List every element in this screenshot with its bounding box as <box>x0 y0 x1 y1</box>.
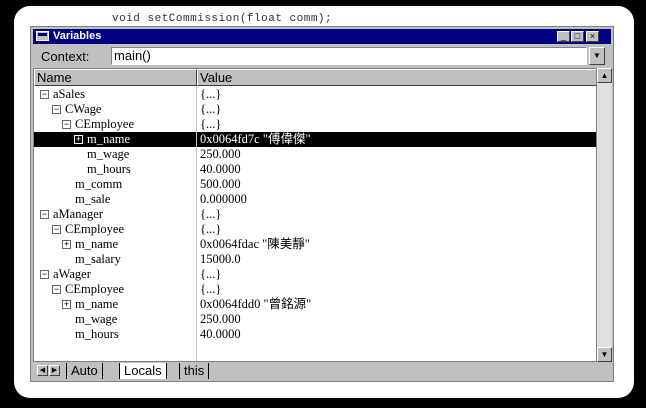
variable-name: CEmployee <box>75 117 135 131</box>
variables-grid: Name Value − aSales {...} − CWage {...} − CEmpl… <box>33 68 597 362</box>
tree-row[interactable]: + m_name 0x0064fdd0 "曾銘源" <box>34 297 596 312</box>
title-bar[interactable]: Variables _ □ × <box>33 29 611 44</box>
tab-auto[interactable]: Auto <box>66 363 103 379</box>
tab-scroll-right-button[interactable]: ▶ <box>49 365 60 376</box>
variable-name: m_sale <box>75 192 111 206</box>
tree-row[interactable]: − aManager {...} <box>34 207 596 222</box>
tab-this[interactable]: this <box>179 363 210 379</box>
variable-name: m_wage <box>75 312 118 326</box>
collapse-icon[interactable]: − <box>62 120 71 129</box>
arrow-down-icon: ▼ <box>600 350 609 359</box>
arrow-up-icon: ▲ <box>600 71 609 80</box>
context-combobox[interactable]: main() <box>111 47 587 65</box>
variable-value: 500.000 <box>200 177 241 191</box>
tree-row[interactable]: m_sale 0.000000 <box>34 192 596 207</box>
column-header-name[interactable]: Name <box>34 69 197 86</box>
variable-name: m_name <box>75 297 119 311</box>
tree-row[interactable]: − aSales {...} <box>34 87 596 102</box>
variable-name: m_salary <box>75 252 121 266</box>
variable-value: 250.000 <box>200 147 241 161</box>
variable-value: 0x0064fdd0 "曾銘源" <box>200 297 312 311</box>
variable-value: 0.000000 <box>200 192 247 206</box>
variable-value: {...} <box>200 207 222 221</box>
variable-name: aManager <box>53 207 103 221</box>
variable-value: 0x0064fd7c "傅偉傑" <box>200 132 311 146</box>
tree-row[interactable]: m_hours 40.0000 <box>34 162 596 177</box>
collapse-icon[interactable]: − <box>40 90 49 99</box>
collapse-icon[interactable]: − <box>52 285 61 294</box>
chevron-down-icon: ▼ <box>593 51 601 60</box>
column-divider <box>196 86 197 361</box>
expand-icon[interactable]: + <box>74 135 83 144</box>
expand-icon[interactable]: + <box>62 240 71 249</box>
context-bar: Context: main() ▼ <box>33 45 611 69</box>
minimize-button[interactable]: _ <box>557 31 570 42</box>
variables-window: Variables _ □ × Context: main() ▼ Name V… <box>30 26 614 382</box>
collapse-icon[interactable]: − <box>52 225 61 234</box>
tree-row[interactable]: − CWage {...} <box>34 102 596 117</box>
variable-name: m_hours <box>75 327 119 341</box>
column-header-value[interactable]: Value <box>197 69 596 86</box>
variable-name: m_name <box>87 132 131 146</box>
tree-row[interactable]: − CEmployee {...} <box>34 117 596 132</box>
close-button[interactable]: × <box>586 31 599 42</box>
variable-value: 0x0064fdac "陳美靜" <box>200 237 310 251</box>
context-dropdown-button[interactable]: ▼ <box>589 47 605 65</box>
variable-value: {...} <box>200 87 222 101</box>
variable-value: 40.0000 <box>200 162 241 176</box>
variable-name: CEmployee <box>65 282 125 296</box>
background-code-fragment: void setCommission(float comm); <box>112 13 333 25</box>
variable-value: {...} <box>200 267 222 281</box>
tab-strip: ◀ ▶ Auto Locals this <box>33 363 611 380</box>
variable-name: CWage <box>65 102 102 116</box>
arrow-right-icon: ▶ <box>51 366 58 374</box>
tree-row[interactable]: m_wage 250.000 <box>34 312 596 327</box>
scroll-down-button[interactable]: ▼ <box>597 347 612 362</box>
tab-scroll-left-button[interactable]: ◀ <box>37 365 48 376</box>
tree-row[interactable]: m_salary 15000.0 <box>34 252 596 267</box>
minimize-icon: _ <box>560 31 566 41</box>
close-icon: × <box>589 31 596 41</box>
scroll-up-button[interactable]: ▲ <box>597 68 612 83</box>
variable-name: aWager <box>53 267 91 281</box>
variable-value: {...} <box>200 102 222 116</box>
tree-row[interactable]: m_hours 40.0000 <box>34 327 596 342</box>
tree-row[interactable]: m_wage 250.000 <box>34 147 596 162</box>
tab-locals[interactable]: Locals <box>119 363 167 379</box>
variable-value: {...} <box>200 222 222 236</box>
variable-name: m_name <box>75 237 119 251</box>
variable-value: 40.0000 <box>200 327 241 341</box>
variable-value: {...} <box>200 282 222 296</box>
tree-row[interactable]: − CEmployee {...} <box>34 222 596 237</box>
variable-value: {...} <box>200 117 222 131</box>
variable-name: m_hours <box>87 162 131 176</box>
arrow-left-icon: ◀ <box>39 366 46 374</box>
collapse-icon[interactable]: − <box>40 270 49 279</box>
window-title: Variables <box>53 30 102 42</box>
maximize-icon: □ <box>574 31 581 41</box>
tree-row[interactable]: − aWager {...} <box>34 267 596 282</box>
context-label: Context: <box>41 49 90 64</box>
collapse-icon[interactable]: − <box>52 105 61 114</box>
tree-row[interactable]: m_comm 500.000 <box>34 177 596 192</box>
variable-name: aSales <box>53 87 85 101</box>
maximize-button[interactable]: □ <box>571 31 584 42</box>
tree-row[interactable]: + m_name 0x0064fdac "陳美靜" <box>34 237 596 252</box>
variable-name: CEmployee <box>65 222 125 236</box>
tree-row[interactable]: + m_name 0x0064fd7c "傅偉傑" <box>34 132 596 147</box>
expand-icon[interactable]: + <box>62 300 71 309</box>
variable-name: m_comm <box>75 177 123 191</box>
variable-name: m_wage <box>87 147 130 161</box>
variable-value: 250.000 <box>200 312 241 326</box>
vertical-scrollbar[interactable]: ▲ ▼ <box>597 68 612 362</box>
tree-row[interactable]: − CEmployee {...} <box>34 282 596 297</box>
collapse-icon[interactable]: − <box>40 210 49 219</box>
variable-value: 15000.0 <box>200 252 241 266</box>
window-icon <box>36 31 49 41</box>
